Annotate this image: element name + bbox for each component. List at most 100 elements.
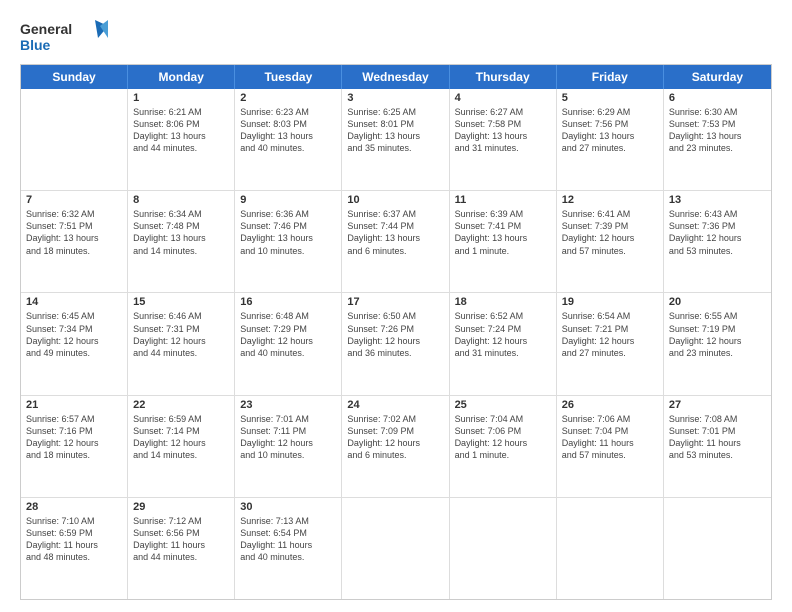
day-number: 9 xyxy=(240,194,336,206)
calendar-cell-day-9: 9Sunrise: 6:36 AMSunset: 7:46 PMDaylight… xyxy=(235,191,342,292)
calendar-cell-day-27: 27Sunrise: 7:08 AMSunset: 7:01 PMDayligh… xyxy=(664,396,771,497)
cell-info-line: Daylight: 12 hours xyxy=(26,335,122,347)
cell-info-line: Daylight: 12 hours xyxy=(26,437,122,449)
day-number: 5 xyxy=(562,92,658,104)
calendar-cell-empty-4-3 xyxy=(342,498,449,599)
calendar-cell-empty-4-5 xyxy=(557,498,664,599)
cell-info-line: Sunrise: 6:45 AM xyxy=(26,310,122,322)
header-day-friday: Friday xyxy=(557,65,664,89)
calendar-cell-day-13: 13Sunrise: 6:43 AMSunset: 7:36 PMDayligh… xyxy=(664,191,771,292)
cell-info-line: and 6 minutes. xyxy=(347,245,443,257)
cell-info-line: Sunset: 7:24 PM xyxy=(455,323,551,335)
cell-info-line: Daylight: 11 hours xyxy=(669,437,766,449)
cell-info-line: and 49 minutes. xyxy=(26,347,122,359)
calendar-cell-day-6: 6 Sunrise: 6:30 AMSunset: 7:53 PMDaylight… xyxy=(664,89,771,190)
cell-info-line: Daylight: 13 hours xyxy=(347,232,443,244)
cell-info-line: Sunset: 7:14 PM xyxy=(133,425,229,437)
cell-info-line: Daylight: 11 hours xyxy=(26,539,122,551)
cell-info-line: Sunset: 8:06 PM xyxy=(133,118,229,130)
cell-info-line: Sunrise: 6:36 AM xyxy=(240,208,336,220)
cell-info-line: Daylight: 13 hours xyxy=(669,130,766,142)
cell-info-line: Sunset: 7:16 PM xyxy=(26,425,122,437)
calendar-cell-day-5: 5Sunrise: 6:29 AMSunset: 7:56 PMDaylight… xyxy=(557,89,664,190)
cell-info-line: Daylight: 12 hours xyxy=(562,335,658,347)
cell-info-line: and 14 minutes. xyxy=(133,449,229,461)
cell-info-line: and 27 minutes. xyxy=(562,142,658,154)
cell-info-line: Sunrise: 6:54 AM xyxy=(562,310,658,322)
cell-info-line: Sunrise: 6:59 AM xyxy=(133,413,229,425)
cell-info-line: and 10 minutes. xyxy=(240,449,336,461)
calendar-cell-day-22: 22Sunrise: 6:59 AMSunset: 7:14 PMDayligh… xyxy=(128,396,235,497)
cell-info-line: and 1 minute. xyxy=(455,449,551,461)
header-day-wednesday: Wednesday xyxy=(342,65,449,89)
cell-info-line: Sunrise: 6:43 AM xyxy=(669,208,766,220)
header-day-tuesday: Tuesday xyxy=(235,65,342,89)
cell-info-line: Sunset: 7:36 PM xyxy=(669,220,766,232)
cell-info-line: Sunrise: 6:23 AM xyxy=(240,106,336,118)
cell-info-line: Sunset: 7:26 PM xyxy=(347,323,443,335)
cell-info-line: and 18 minutes. xyxy=(26,449,122,461)
calendar-cell-day-30: 30Sunrise: 7:13 AMSunset: 6:54 PMDayligh… xyxy=(235,498,342,599)
cell-info-line: Daylight: 12 hours xyxy=(669,232,766,244)
cell-info-line: Daylight: 12 hours xyxy=(240,437,336,449)
day-number: 22 xyxy=(133,399,229,411)
day-number: 6 xyxy=(669,92,766,104)
cell-info-line: Sunrise: 6:52 AM xyxy=(455,310,551,322)
day-number: 11 xyxy=(455,194,551,206)
calendar-cell-day-21: 21Sunrise: 6:57 AMSunset: 7:16 PMDayligh… xyxy=(21,396,128,497)
cell-info-line: Sunset: 7:19 PM xyxy=(669,323,766,335)
cell-info-line: Sunrise: 6:48 AM xyxy=(240,310,336,322)
cell-info-line: and 53 minutes. xyxy=(669,449,766,461)
cell-info-line: Sunset: 7:11 PM xyxy=(240,425,336,437)
cell-info-line: Sunset: 7:53 PM xyxy=(669,118,766,130)
cell-info-line: Sunrise: 6:39 AM xyxy=(455,208,551,220)
cell-info-line: and 23 minutes. xyxy=(669,142,766,154)
cell-info-line: Sunset: 7:39 PM xyxy=(562,220,658,232)
cell-info-line: Sunrise: 6:50 AM xyxy=(347,310,443,322)
cell-info-line: and 40 minutes. xyxy=(240,551,336,563)
calendar-cell-day-26: 26Sunrise: 7:06 AMSunset: 7:04 PMDayligh… xyxy=(557,396,664,497)
day-number: 18 xyxy=(455,296,551,308)
cell-info-line: and 31 minutes. xyxy=(455,142,551,154)
calendar-cell-day-1: 1Sunrise: 6:21 AMSunset: 8:06 PMDaylight… xyxy=(128,89,235,190)
day-number: 24 xyxy=(347,399,443,411)
day-number: 23 xyxy=(240,399,336,411)
cell-info-line: Daylight: 11 hours xyxy=(133,539,229,551)
calendar-cell-day-11: 11Sunrise: 6:39 AMSunset: 7:41 PMDayligh… xyxy=(450,191,557,292)
cell-info-line: and 44 minutes. xyxy=(133,142,229,154)
calendar-cell-day-18: 18Sunrise: 6:52 AMSunset: 7:24 PMDayligh… xyxy=(450,293,557,394)
calendar-cell-day-4: 4Sunrise: 6:27 AMSunset: 7:58 PMDaylight… xyxy=(450,89,557,190)
cell-info-line: Daylight: 11 hours xyxy=(562,437,658,449)
cell-info-line: and 44 minutes. xyxy=(133,551,229,563)
calendar-cell-day-29: 29Sunrise: 7:12 AMSunset: 6:56 PMDayligh… xyxy=(128,498,235,599)
cell-info-line: Sunset: 7:21 PM xyxy=(562,323,658,335)
cell-info-line: Daylight: 12 hours xyxy=(347,437,443,449)
day-number: 30 xyxy=(240,501,336,513)
calendar-cell-day-23: 23Sunrise: 7:01 AMSunset: 7:11 PMDayligh… xyxy=(235,396,342,497)
cell-info-line: Daylight: 13 hours xyxy=(133,232,229,244)
cell-info-line: Sunrise: 6:30 AM xyxy=(669,106,766,118)
cell-info-line: and 40 minutes. xyxy=(240,347,336,359)
cell-info-line: Sunset: 7:56 PM xyxy=(562,118,658,130)
day-number: 20 xyxy=(669,296,766,308)
calendar-cell-day-16: 16Sunrise: 6:48 AMSunset: 7:29 PMDayligh… xyxy=(235,293,342,394)
calendar-cell-day-2: 2Sunrise: 6:23 AMSunset: 8:03 PMDaylight… xyxy=(235,89,342,190)
cell-info-line: Sunset: 7:06 PM xyxy=(455,425,551,437)
cell-info-line: Daylight: 13 hours xyxy=(240,232,336,244)
calendar-cell-day-3: 3Sunrise: 6:25 AMSunset: 8:01 PMDaylight… xyxy=(342,89,449,190)
cell-info-line: Daylight: 12 hours xyxy=(562,232,658,244)
cell-info-line: Daylight: 11 hours xyxy=(240,539,336,551)
calendar-cell-day-25: 25Sunrise: 7:04 AMSunset: 7:06 PMDayligh… xyxy=(450,396,557,497)
calendar-cell-day-7: 7Sunrise: 6:32 AMSunset: 7:51 PMDaylight… xyxy=(21,191,128,292)
day-number: 28 xyxy=(26,501,122,513)
day-number: 29 xyxy=(133,501,229,513)
cell-info-line: Sunrise: 7:06 AM xyxy=(562,413,658,425)
day-number: 26 xyxy=(562,399,658,411)
cell-info-line: and 44 minutes. xyxy=(133,347,229,359)
cell-info-line: and 10 minutes. xyxy=(240,245,336,257)
cell-info-line: Daylight: 12 hours xyxy=(133,335,229,347)
cell-info-line: and 57 minutes. xyxy=(562,245,658,257)
cell-info-line: Sunset: 7:34 PM xyxy=(26,323,122,335)
cell-info-line: Sunrise: 7:08 AM xyxy=(669,413,766,425)
calendar-row-3: 21Sunrise: 6:57 AMSunset: 7:16 PMDayligh… xyxy=(21,396,771,498)
